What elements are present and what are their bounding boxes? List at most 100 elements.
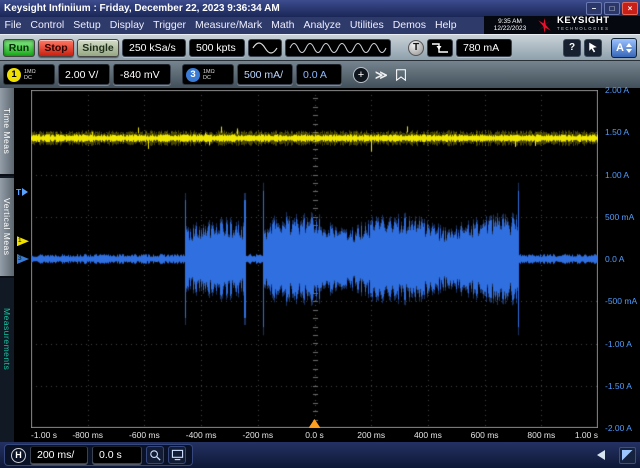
- window-title: Keysight Infiniium : Friday, December 22…: [4, 3, 280, 14]
- channel3-impedance: 1MΩ: [203, 68, 215, 75]
- brand-subtitle: TECHNOLOGIES: [557, 26, 610, 31]
- horizontal-position-field[interactable]: 0.0 s: [92, 446, 142, 464]
- menu-item-file[interactable]: File: [0, 17, 26, 34]
- right-axis-label: 1.50 A: [605, 127, 630, 138]
- bottom-axis-label: -400 ms: [185, 430, 217, 440]
- menu-items: File Control Setup Display Trigger Measure/Ma…: [0, 17, 461, 34]
- oscilloscope-app: Keysight Infiniium : Friday, December 22…: [0, 0, 640, 468]
- right-axis-labels: 2.00 A 1.50 A 1.00 A 500 mA 0.0 A -500 mA -1.0…: [602, 85, 640, 433]
- menu-item-demos[interactable]: Demos: [388, 17, 430, 34]
- right-axis-label: -1.00 A: [605, 338, 632, 349]
- sine-icon: [252, 41, 278, 54]
- channel1-button[interactable]: 1 1MΩ DC: [3, 64, 55, 85]
- channel3-scale-field[interactable]: 500 mA/: [237, 64, 293, 85]
- stop-button[interactable]: Stop: [38, 38, 74, 57]
- bottom-axis-label: -1.00 s: [31, 430, 57, 440]
- bookmark-icon[interactable]: [394, 67, 408, 83]
- menu-item-trigger[interactable]: Trigger: [149, 17, 191, 34]
- logo-block: 9:35 AM 12/22/2023 KEYSIGHT TECHNOLOGIES: [484, 16, 640, 34]
- pointer-icon: [589, 42, 597, 53]
- clock-date: 12/22/2023: [493, 25, 527, 32]
- right-axis-label: 2.00 A: [605, 85, 630, 95]
- ch1-ground-number: 1: [18, 237, 22, 245]
- minimize-button[interactable]: –: [586, 2, 602, 15]
- help-button[interactable]: ?: [563, 38, 581, 57]
- bottom-axis-label: -800 ms: [72, 430, 104, 440]
- channel3-offset-field[interactable]: 0.0 A: [296, 64, 342, 85]
- bottom-axis-label: -200 ms: [242, 430, 274, 440]
- right-axis-label: -2.00 A: [605, 423, 632, 433]
- scope-display: T 1 3 2.00 A 1.50 A 1.00 A 500 mA 0.0 A -500 …: [14, 85, 640, 442]
- bottom-axis-label: 1.00 s: [574, 430, 598, 440]
- timebase-field[interactable]: 200 ms/: [30, 446, 88, 464]
- channel1-coupling: 1MΩ DC: [24, 69, 36, 81]
- channel3-coupling-mode: DC: [203, 74, 211, 81]
- single-button[interactable]: Single: [77, 38, 119, 57]
- falling-edge-icon: [432, 42, 448, 53]
- channel1-offset-field[interactable]: -840 mV: [113, 64, 171, 85]
- channel1-badge: 1: [7, 67, 21, 82]
- add-waveform-button[interactable]: +: [353, 66, 369, 83]
- ch1-ground-marker[interactable]: 1: [17, 236, 29, 247]
- right-axis-label: 500 mA: [605, 211, 635, 222]
- toolbar-right-group: ? A: [563, 37, 637, 58]
- scroll-left-icon[interactable]: [597, 450, 605, 460]
- autoscale-button[interactable]: A: [611, 37, 637, 58]
- menu-item-analyze[interactable]: Analyze: [299, 17, 345, 34]
- ch3-ground-marker[interactable]: 3: [17, 254, 29, 264]
- trigger-source-button[interactable]: T: [408, 39, 424, 56]
- close-button[interactable]: ×: [622, 2, 638, 15]
- zoom-button[interactable]: [146, 446, 164, 464]
- run-button[interactable]: Run: [3, 38, 35, 57]
- bottom-axis-label: 400 ms: [413, 430, 442, 440]
- memory-depth-field[interactable]: 500 kpts: [189, 38, 245, 57]
- clock-time: 9:35 AM: [498, 18, 522, 25]
- acquisition-mode-button[interactable]: [248, 38, 282, 57]
- title-bar[interactable]: Keysight Infiniium : Friday, December 22…: [0, 0, 640, 17]
- menu-item-control[interactable]: Control: [26, 17, 69, 34]
- bottom-axis-label: -600 ms: [129, 430, 160, 440]
- channel1-scale-field[interactable]: 2.00 V/: [58, 64, 110, 85]
- display-mode-button[interactable]: [168, 446, 186, 464]
- trigger-level-label: T: [16, 187, 22, 198]
- more-channels-button[interactable]: ≫: [372, 68, 391, 82]
- bottom-axis-label: 800 ms: [527, 430, 556, 440]
- bottom-axis-label: 200 ms: [357, 430, 386, 440]
- right-axis-label: 1.00 A: [605, 169, 630, 180]
- menu-item-utilities[interactable]: Utilities: [345, 17, 388, 34]
- pointer-mode-button[interactable]: [584, 38, 602, 57]
- menu-item-setup[interactable]: Setup: [69, 17, 105, 34]
- trigger-level-arrow-icon: [22, 188, 29, 197]
- menu-item-measure-mark[interactable]: Measure/Mark: [191, 17, 267, 34]
- bottom-axis-labels: -1.00 s -800 ms -600 ms -400 ms -200 ms 0.0 s…: [31, 430, 598, 441]
- trigger-level-field[interactable]: 780 mA: [456, 38, 512, 57]
- magnifier-icon: [149, 449, 161, 461]
- trigger-level-marker[interactable]: T: [16, 187, 29, 198]
- tab-vertical-meas[interactable]: Vertical Meas: [0, 178, 14, 278]
- menu-item-display[interactable]: Display: [105, 17, 148, 34]
- left-sidebar: Time Meas Vertical Meas Measurements: [0, 88, 14, 442]
- waveform-display[interactable]: [31, 90, 598, 428]
- menu-item-math[interactable]: Math: [267, 17, 299, 34]
- horizontal-panel: H 200 ms/ 0.0 s: [4, 444, 193, 466]
- brand-name: KEYSIGHT: [557, 15, 610, 26]
- autoscale-arrows-icon: [625, 42, 632, 53]
- sample-rate-field[interactable]: 250 kSa/s: [122, 38, 186, 57]
- maximize-button[interactable]: □: [604, 2, 620, 15]
- channel1-coupling-mode: DC: [24, 74, 32, 81]
- toolbar: Run Stop Single 250 kSa/s 500 kpts T 780…: [0, 34, 640, 60]
- horizontal-badge: H: [11, 447, 26, 463]
- keysight-spark-icon: [538, 17, 551, 33]
- channel3-badge: 3: [186, 67, 200, 82]
- channel3-button[interactable]: 3 1MΩ DC: [182, 64, 234, 85]
- corner-grip-icon: [622, 449, 633, 461]
- waveform-preview-icon: [289, 42, 387, 53]
- help-icon: ?: [568, 42, 576, 53]
- right-axis-label: -1.50 A: [605, 380, 632, 391]
- system-clock: 9:35 AM 12/22/2023: [488, 18, 532, 32]
- tab-time-meas[interactable]: Time Meas: [0, 88, 14, 176]
- corner-grip-button[interactable]: [619, 446, 636, 464]
- waveform-preview-bar[interactable]: [285, 38, 391, 57]
- trigger-edge-button[interactable]: [427, 38, 453, 57]
- menu-item-help[interactable]: Help: [430, 17, 461, 34]
